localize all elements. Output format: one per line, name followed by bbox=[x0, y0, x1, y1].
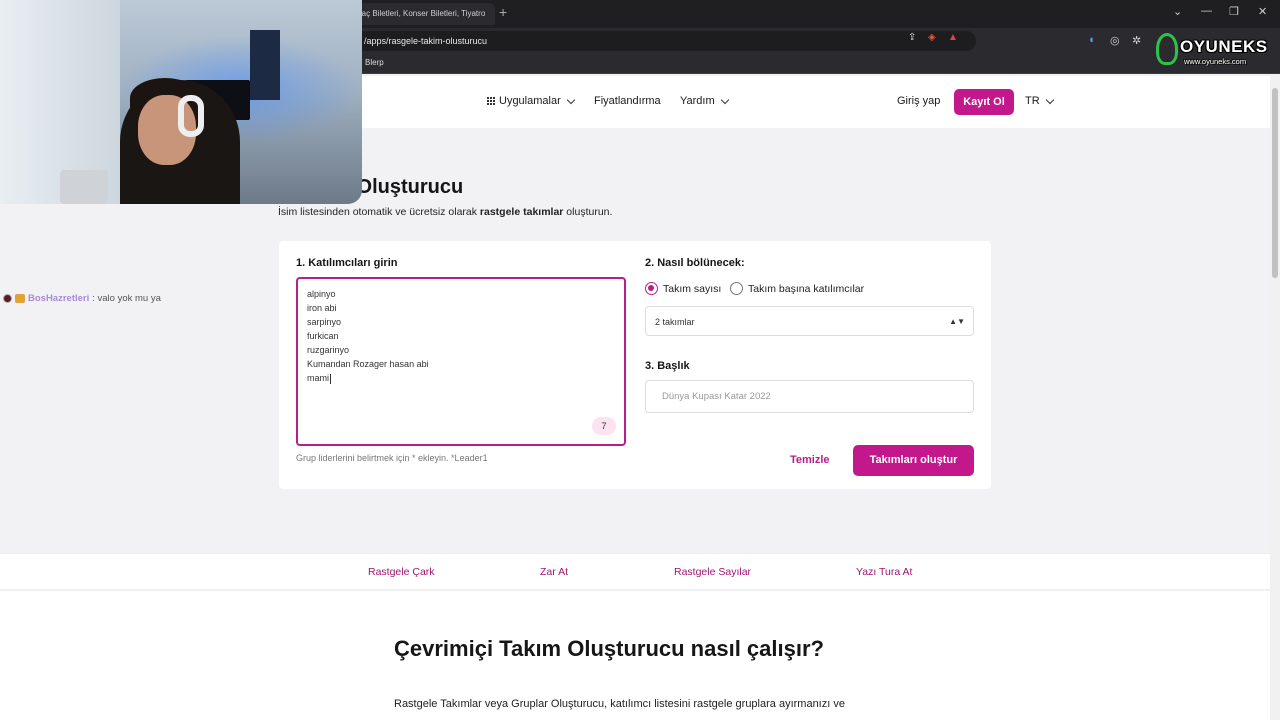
select-value: 2 takımlar bbox=[655, 317, 695, 327]
clear-button[interactable]: Temizle bbox=[790, 454, 830, 466]
rewards-icon[interactable]: ▲ bbox=[948, 32, 960, 44]
page-scrollbar[interactable] bbox=[1270, 76, 1280, 720]
link-roll-dice[interactable]: Zar At bbox=[540, 566, 568, 578]
title-field[interactable] bbox=[645, 380, 974, 413]
title-input[interactable] bbox=[646, 381, 973, 412]
login-link[interactable]: Giriş yap bbox=[897, 95, 940, 107]
radio-team-count-label: Takım sayısı bbox=[663, 282, 722, 295]
chat-username: BosHazretleri bbox=[28, 293, 90, 304]
radio-per-team-label: Takım başına katılımcılar bbox=[748, 282, 865, 295]
leader-hint: Grup liderlerini belirtmek için * ekleyi… bbox=[296, 453, 488, 463]
participant-count-badge: 7 bbox=[592, 417, 616, 435]
language-label: TR bbox=[1025, 95, 1040, 107]
url-field[interactable]: /apps/rasgele-takim-olusturucu bbox=[340, 31, 976, 51]
participants-textarea[interactable]: alpinyo iron abi sarpinyo furkican ruzga… bbox=[296, 277, 626, 446]
related-tools-strip: Rastgele Çark Zar At Rastgele Sayılar Ya… bbox=[0, 553, 1270, 590]
brave-shield-icon[interactable]: ◈ bbox=[928, 32, 940, 44]
chevron-down-icon bbox=[566, 95, 575, 104]
nav-pricing[interactable]: Fiyatlandırma bbox=[594, 95, 661, 107]
link-random-wheel[interactable]: Rastgele Çark bbox=[368, 566, 435, 578]
webcam-overlay bbox=[0, 0, 362, 204]
nav-pricing-label: Fiyatlandırma bbox=[594, 95, 661, 107]
logo-url: www.oyuneks.com bbox=[1184, 57, 1247, 66]
radio-unselected-icon bbox=[730, 282, 743, 295]
radio-team-count[interactable]: Takım sayısı bbox=[645, 282, 721, 295]
info-paragraph: Rastgele Takımlar veya Gruplar Oluşturuc… bbox=[394, 698, 845, 710]
create-teams-button[interactable]: Takımları oluştur bbox=[853, 445, 974, 476]
participant-line: furkican bbox=[307, 331, 339, 341]
split-label: 2. Nasıl bölünecek: bbox=[645, 257, 745, 269]
puzzle-icon[interactable]: ✲ bbox=[1132, 34, 1144, 47]
participant-line: sarpinyo bbox=[307, 317, 342, 327]
tab-list-icon[interactable]: ⌄ bbox=[1173, 5, 1182, 18]
maximize-icon[interactable]: ❐ bbox=[1229, 5, 1239, 18]
logo-text: OYUNEKS bbox=[1180, 37, 1268, 56]
extension-icon[interactable]: ◎ bbox=[1110, 34, 1122, 47]
audio-icon[interactable]: ◖ bbox=[1088, 34, 1100, 47]
select-arrows-icon: ▲▼ bbox=[949, 317, 965, 326]
logo-mark-icon bbox=[1156, 33, 1178, 65]
chat-text: : valo yok mu ya bbox=[92, 293, 161, 304]
team-count-select[interactable]: 2 takımlar ▲▼ bbox=[645, 306, 974, 336]
page-subtitle: İsim listesinden otomatik ve ücretsiz ol… bbox=[278, 206, 613, 218]
nav-apps-label: Uygulamalar bbox=[499, 95, 561, 107]
browser-tab[interactable]: Maç Biletleri, Konser Biletleri, Tiyatro bbox=[345, 3, 495, 25]
nav-help[interactable]: Yardım bbox=[680, 95, 729, 107]
participant-line: mami bbox=[307, 373, 331, 384]
webcam-headset bbox=[178, 95, 204, 137]
participant-line: iron abi bbox=[307, 303, 337, 313]
participant-line: alpinyo bbox=[307, 289, 336, 299]
webcam-mic bbox=[60, 170, 108, 204]
bookmark-item[interactable]: Blerp bbox=[365, 58, 384, 67]
chat-message: BosHazretleri : valo yok mu ya bbox=[3, 293, 161, 304]
title-label: 3. Başlık bbox=[645, 360, 690, 372]
chevron-down-icon bbox=[720, 95, 729, 104]
chat-avatar-icon bbox=[3, 294, 12, 303]
share-icon[interactable]: ⇪ bbox=[908, 32, 920, 44]
info-heading: Çevrimiçi Takım Oluşturucu nasıl çalışır… bbox=[394, 636, 824, 661]
stream-logo: OYUNEKS www.oyuneks.com bbox=[1156, 33, 1268, 73]
participant-line: Kumandan Rozager hasan abi bbox=[307, 359, 429, 369]
radio-selected-icon bbox=[645, 282, 658, 295]
language-selector[interactable]: TR bbox=[1025, 95, 1054, 107]
new-tab-button[interactable]: + bbox=[499, 4, 507, 20]
link-random-numbers[interactable]: Rastgele Sayılar bbox=[674, 566, 751, 578]
participants-label: 1. Katılımcıları girin bbox=[296, 257, 398, 269]
radio-per-team[interactable]: Takım başına katılımcılar bbox=[730, 282, 864, 295]
signup-button[interactable]: Kayıt Ol bbox=[954, 89, 1014, 115]
webcam-banner bbox=[250, 30, 280, 100]
chat-badge-icon bbox=[15, 294, 25, 303]
text-cursor bbox=[330, 373, 331, 384]
close-icon[interactable]: ✕ bbox=[1258, 5, 1267, 18]
minimize-icon[interactable]: — bbox=[1201, 5, 1212, 17]
link-coin-flip[interactable]: Yazı Tura At bbox=[856, 566, 912, 578]
apps-grid-icon bbox=[486, 97, 495, 106]
nav-apps[interactable]: Uygulamalar bbox=[486, 95, 575, 107]
scrollbar-thumb[interactable] bbox=[1272, 88, 1278, 278]
participant-line: ruzgarinyo bbox=[307, 345, 350, 355]
login-label: Giriş yap bbox=[897, 95, 941, 107]
chevron-down-icon bbox=[1045, 95, 1054, 104]
nav-help-label: Yardım bbox=[680, 95, 715, 107]
